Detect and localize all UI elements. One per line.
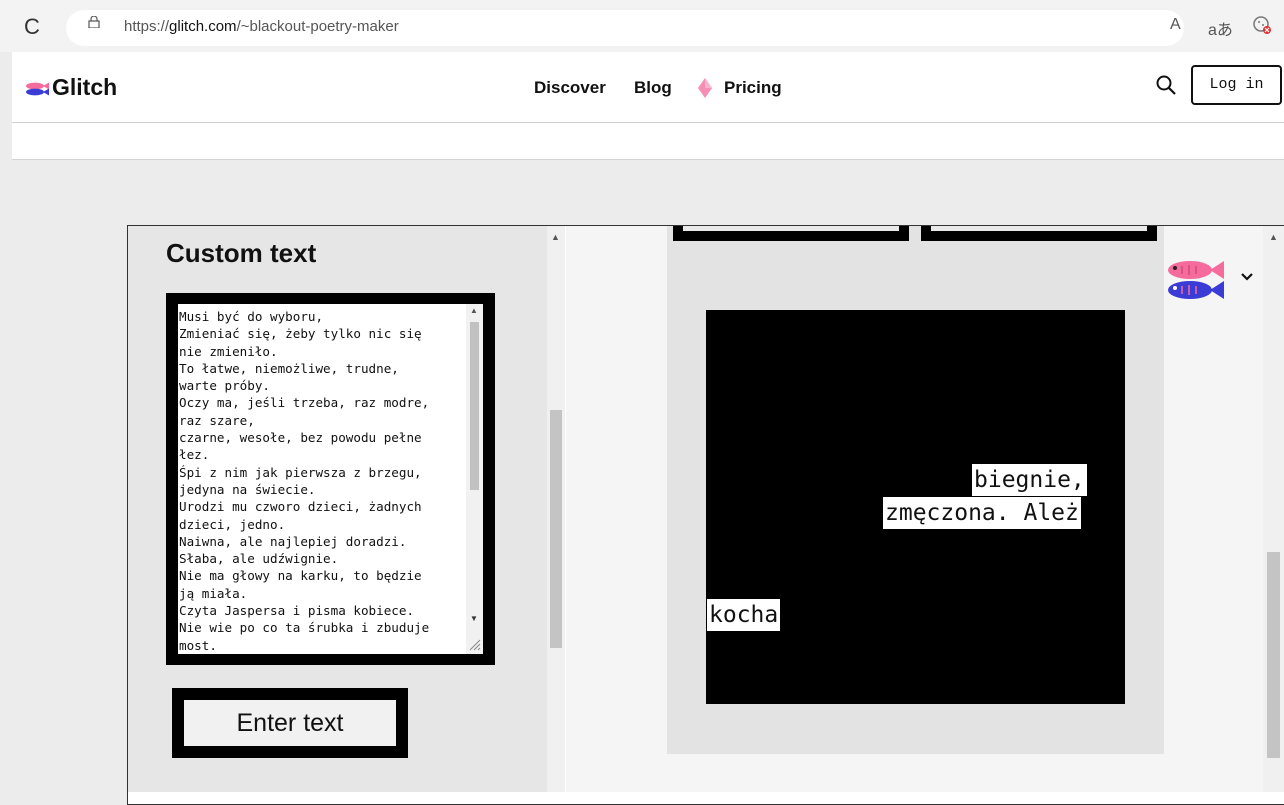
top-control-button[interactable]: [673, 226, 909, 241]
browser-toolbar: C https://glitch.com/~blackout-poetry-ma…: [0, 0, 1284, 52]
glitch-fish-icon: [26, 82, 49, 96]
scroll-down-icon[interactable]: ▼: [470, 614, 478, 623]
enter-text-button-frame: Enter text: [172, 688, 408, 758]
project-subheader: [12, 123, 1284, 160]
resize-handle-icon[interactable]: [468, 638, 481, 651]
url-text[interactable]: https://glitch.com/~blackout-poetry-make…: [124, 18, 399, 35]
read-aloud-icon[interactable]: A: [1170, 16, 1181, 34]
url-domain: glitch.com: [169, 18, 237, 35]
custom-text-heading: Custom text: [166, 238, 317, 268]
right-scroll-thumb[interactable]: [1267, 552, 1280, 758]
gem-icon: [698, 78, 712, 98]
poem-word: kocha: [707, 599, 781, 631]
url-prefix: https://: [124, 18, 170, 35]
top-control-button[interactable]: [921, 226, 1157, 241]
nav-pricing[interactable]: Pricing: [724, 78, 782, 98]
custom-text-textarea[interactable]: Musi być do wyboru, Zmieniać się, żeby t…: [178, 304, 483, 654]
left-panel-scrollbar[interactable]: ▲: [547, 226, 565, 792]
glitch-logo[interactable]: Glitch: [24, 74, 117, 101]
scroll-up-icon[interactable]: ▲: [470, 306, 478, 315]
scroll-up-icon[interactable]: ▲: [1269, 232, 1278, 242]
scroll-up-icon[interactable]: ▲: [551, 232, 560, 242]
nav-blog[interactable]: Blog: [634, 78, 672, 98]
chevron-down-icon[interactable]: [1240, 272, 1254, 282]
site-header: Glitch Discover Blog Pricing Log in: [12, 52, 1284, 123]
login-button[interactable]: Log in: [1191, 65, 1282, 105]
blackout-canvas[interactable]: biegnie, zmęczona. Ależ kocha: [706, 310, 1125, 704]
poem-word: biegnie,: [972, 464, 1087, 496]
reload-icon[interactable]: C: [24, 14, 40, 40]
poem-word: zmęczona. Ależ: [883, 497, 1081, 529]
translate-icon[interactable]: aあ: [1208, 16, 1233, 40]
logo-text: Glitch: [52, 74, 118, 100]
top-control-button-face: [931, 226, 1147, 231]
textarea-scrollbar[interactable]: ▲ ▼: [466, 304, 483, 654]
textarea-scroll-thumb[interactable]: [470, 322, 479, 490]
top-control-button-face: [683, 226, 899, 231]
url-path: /~blackout-poetry-maker: [236, 18, 399, 35]
glitch-fish-icon[interactable]: [1162, 258, 1226, 304]
enter-text-button[interactable]: Enter text: [184, 700, 396, 746]
search-icon[interactable]: [1155, 74, 1177, 96]
right-panel-scrollbar[interactable]: ▲: [1263, 226, 1284, 792]
textarea-content[interactable]: Musi być do wyboru, Zmieniać się, żeby t…: [179, 308, 464, 654]
nav-discover[interactable]: Discover: [534, 78, 606, 98]
lock-icon[interactable]: [88, 16, 100, 28]
cookie-blocked-icon[interactable]: [1252, 15, 1272, 35]
left-scroll-thumb[interactable]: [550, 410, 562, 648]
